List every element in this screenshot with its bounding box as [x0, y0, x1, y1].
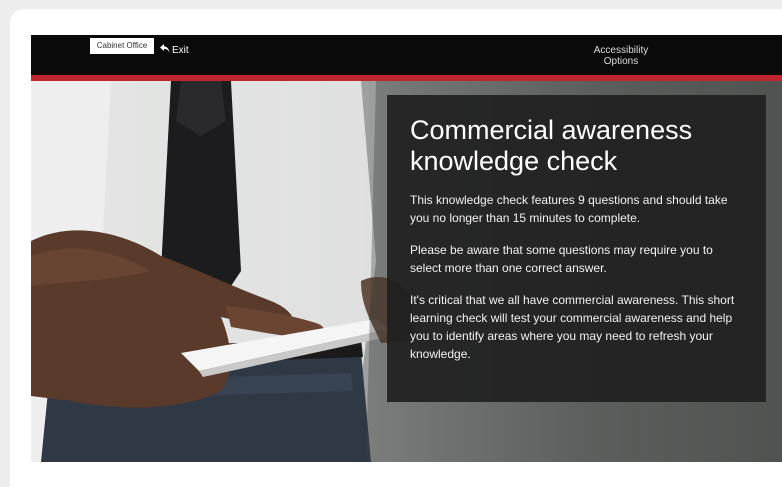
cabinet-office-logo: Cabinet Office [90, 38, 154, 54]
accessibility-options-button[interactable]: Accessibility Options [584, 45, 658, 67]
intro-paragraph-2: Please be aware that some questions may … [410, 243, 713, 275]
exit-arrow-icon [160, 44, 170, 57]
exit-button[interactable]: Exit [160, 44, 189, 57]
intro-paragraph-1: This knowledge check features 9 question… [410, 193, 728, 225]
intro-paragraph-3: It's critical that we all have commercia… [410, 293, 735, 361]
exit-label: Exit [172, 44, 189, 56]
page-title: Commercial awareness knowledge check [410, 115, 693, 176]
intro-panel: Commercial awareness knowledge check Thi… [387, 95, 766, 402]
